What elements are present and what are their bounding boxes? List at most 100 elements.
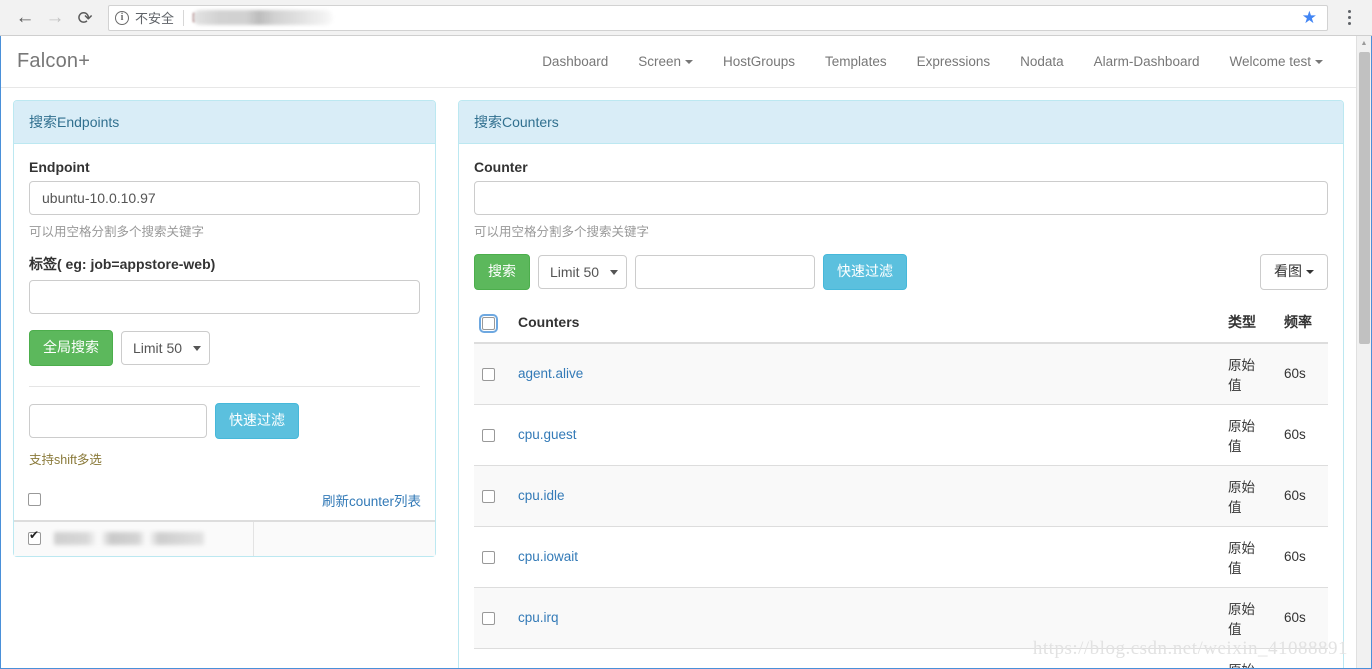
- counter-link[interactable]: agent.alive: [518, 366, 583, 381]
- row-type-cell: 原始值: [1220, 342, 1276, 405]
- nav-label: Screen: [638, 54, 682, 69]
- tag-label: 标签( eg: job=appstore-web): [29, 256, 216, 272]
- row-checkbox-cell: [474, 342, 510, 405]
- endpoint-row-checkbox[interactable]: [28, 529, 41, 546]
- nav-links: Dashboard Screen HostGroups Templates Ex…: [527, 46, 1342, 77]
- counter-input[interactable]: [474, 181, 1328, 215]
- row-checkbox[interactable]: [482, 551, 495, 565]
- refresh-counter-list-link[interactable]: 刷新counter列表: [322, 490, 421, 510]
- nav-item-expressions[interactable]: Expressions: [902, 46, 1006, 77]
- row-checkbox-cell: [474, 525, 510, 588]
- view-chart-dropdown-button[interactable]: 看图: [1260, 254, 1328, 290]
- row-checkbox[interactable]: [482, 612, 495, 626]
- row-freq-cell: 60s: [1276, 647, 1328, 668]
- nav-item-templates[interactable]: Templates: [810, 46, 902, 77]
- counters-limit-select[interactable]: Limit 50: [538, 254, 627, 289]
- endpoints-column: 搜索Endpoints Endpoint 可以用空格分割多个搜索关键字 标签( …: [13, 100, 436, 557]
- row-name-cell: cpu.nice: [510, 647, 1220, 668]
- counters-quick-filter-button[interactable]: 快速过滤: [823, 254, 907, 290]
- endpoint-row-checkbox-cell: [14, 529, 54, 548]
- counter-link[interactable]: cpu.guest: [518, 427, 577, 442]
- endpoints-limit-select[interactable]: Limit 50: [121, 330, 210, 365]
- row-type-cell: 原始值: [1220, 586, 1276, 649]
- endpoints-quick-filter-button[interactable]: 快速过滤: [215, 402, 299, 439]
- counters-type-header: 类型: [1220, 303, 1276, 344]
- counters-name-header: Counters: [510, 303, 1220, 344]
- forward-arrow-icon[interactable]: →: [40, 3, 70, 33]
- row-checkbox[interactable]: [482, 490, 495, 504]
- table-row[interactable]: agent.alive 原始值 60s: [474, 342, 1328, 405]
- nav-item-dashboard[interactable]: Dashboard: [527, 46, 623, 77]
- reload-icon[interactable]: ⟳: [70, 3, 100, 33]
- page-scrollbar[interactable]: ▲: [1356, 36, 1371, 668]
- endpoints-panel-body: Endpoint 可以用空格分割多个搜索关键字 标签( eg: job=apps…: [14, 144, 435, 556]
- counter-link[interactable]: cpu.idle: [518, 488, 565, 503]
- info-icon[interactable]: i: [115, 10, 129, 25]
- table-row[interactable]: cpu.nice 原始值 60s: [474, 647, 1328, 668]
- chevron-down-icon: [685, 60, 694, 65]
- row-type-cell: 原始值: [1220, 647, 1276, 668]
- row-freq-cell: 60s: [1276, 464, 1328, 527]
- table-row[interactable]: cpu.irq 原始值 60s: [474, 586, 1328, 649]
- omnibox-divider: [183, 9, 185, 26]
- page-content: Falcon+ Dashboard Screen HostGroups Temp…: [1, 36, 1356, 668]
- row-type-cell: 原始值: [1220, 525, 1276, 588]
- address-bar[interactable]: i 不安全 ★: [108, 4, 1328, 31]
- row-checkbox[interactable]: [482, 368, 495, 382]
- back-arrow-icon[interactable]: ←: [10, 3, 40, 33]
- endpoints-search-row: 全局搜索 Limit 50: [29, 330, 420, 366]
- tag-input[interactable]: [29, 280, 420, 314]
- counters-search-button[interactable]: 搜索: [474, 254, 530, 290]
- counters-filter-input[interactable]: [635, 254, 815, 289]
- row-checkbox[interactable]: [482, 429, 495, 443]
- browser-toolbar: ← → ⟳ i 不安全 ★: [0, 0, 1372, 36]
- nav-item-hostgroups[interactable]: HostGroups: [708, 46, 810, 77]
- counters-freq-header: 频率: [1276, 303, 1328, 344]
- nav-label: Templates: [825, 54, 887, 69]
- row-name-cell: cpu.irq: [510, 586, 1220, 649]
- shift-multiselect-hint: 支持shift多选: [29, 452, 102, 467]
- endpoint-label: Endpoint: [29, 159, 90, 175]
- chevron-down-icon: [1315, 60, 1323, 65]
- scrollbar-thumb[interactable]: [1359, 52, 1370, 344]
- nav-item-screen[interactable]: Screen: [623, 46, 708, 77]
- table-row[interactable]: cpu.idle 原始值 60s: [474, 464, 1328, 527]
- counters-table-body: agent.alive 原始值 60s cpu.guest 原始值 60s cp…: [474, 342, 1328, 668]
- endpoint-name-redacted: [54, 532, 204, 546]
- row-type-cell: 原始值: [1220, 464, 1276, 527]
- brand-logo[interactable]: Falcon+: [15, 50, 90, 73]
- bookmark-star-icon[interactable]: ★: [1302, 8, 1317, 28]
- nav-item-nodata[interactable]: Nodata: [1005, 46, 1079, 77]
- scroll-up-arrow-icon[interactable]: ▲: [1357, 36, 1371, 51]
- counter-label: Counter: [474, 159, 528, 175]
- endpoints-filter-input[interactable]: [29, 403, 207, 438]
- nav-label: HostGroups: [723, 54, 796, 69]
- table-row[interactable]: cpu.guest 原始值 60s: [474, 403, 1328, 466]
- counters-select-all-checkbox[interactable]: [479, 313, 498, 333]
- nav-item-alarm-dashboard[interactable]: Alarm-Dashboard: [1079, 46, 1215, 77]
- row-name-cell: cpu.iowait: [510, 525, 1220, 588]
- nav-label: Alarm-Dashboard: [1093, 54, 1200, 69]
- row-type-cell: 原始值: [1220, 403, 1276, 466]
- endpoint-list-item[interactable]: [14, 520, 435, 556]
- counters-limit-select-wrap: Limit 50: [538, 254, 627, 289]
- counter-link[interactable]: cpu.iowait: [518, 549, 578, 564]
- row-name-cell: agent.alive: [510, 342, 1220, 405]
- endpoints-select-all-checkbox[interactable]: [28, 493, 41, 507]
- nav-label: Dashboard: [542, 54, 609, 69]
- nav-item-welcome-user[interactable]: Welcome test: [1214, 46, 1338, 77]
- counter-help-text: 可以用空格分割多个搜索关键字: [474, 225, 650, 239]
- chevron-down-icon: [1306, 270, 1314, 275]
- table-row[interactable]: cpu.iowait 原始值 60s: [474, 525, 1328, 588]
- endpoint-input[interactable]: [29, 181, 420, 215]
- endpoints-divider: [29, 385, 420, 387]
- counters-header-row: Counters 类型 频率: [474, 303, 1328, 344]
- row-checkbox-cell: [474, 403, 510, 466]
- kebab-menu-icon[interactable]: [1336, 3, 1362, 33]
- counters-table-head: Counters 类型 频率: [474, 303, 1328, 344]
- row-checkbox-cell: [474, 586, 510, 649]
- global-search-button[interactable]: 全局搜索: [29, 330, 113, 366]
- search-endpoints-panel: 搜索Endpoints Endpoint 可以用空格分割多个搜索关键字 标签( …: [13, 100, 436, 557]
- counters-panel-title: 搜索Counters: [459, 101, 1343, 144]
- counter-link[interactable]: cpu.irq: [518, 610, 559, 625]
